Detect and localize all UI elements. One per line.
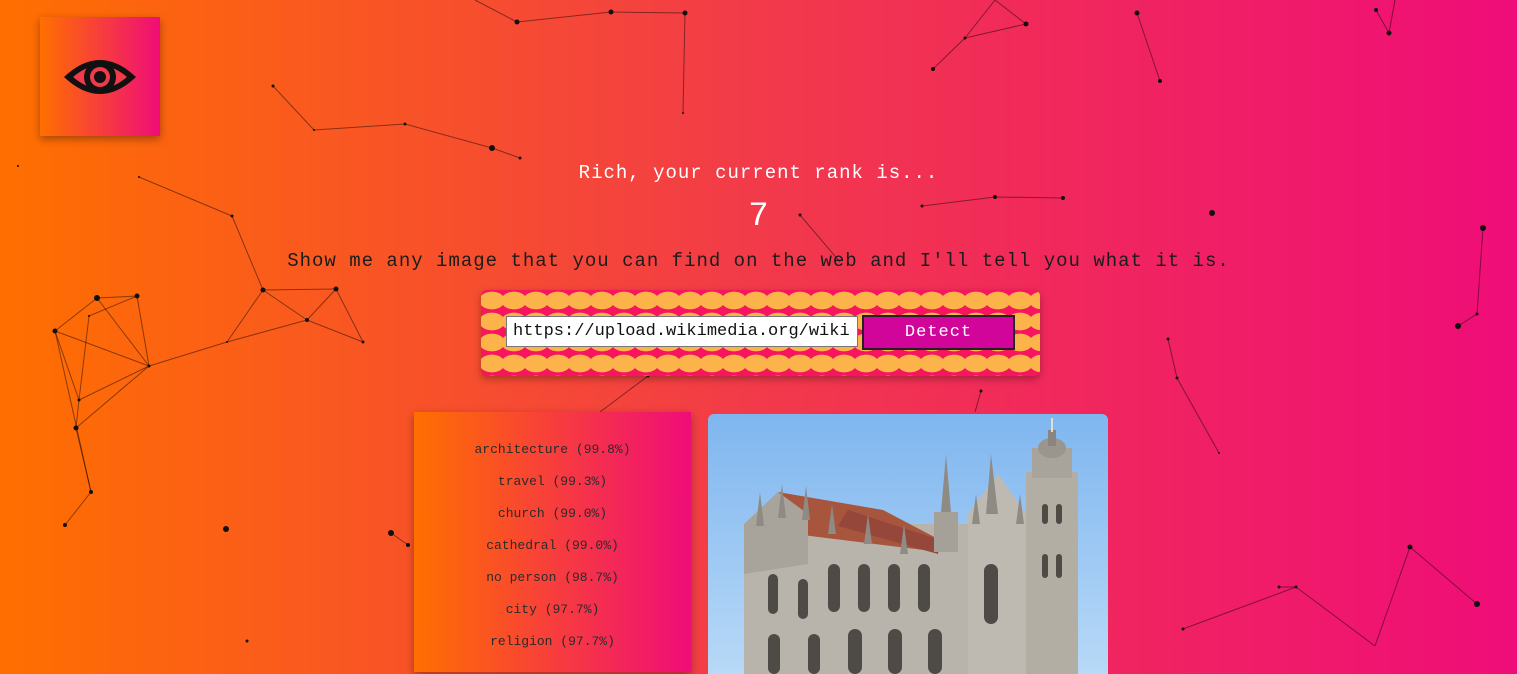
tag-item: city (97.7%) <box>505 602 600 617</box>
image-url-input[interactable] <box>506 316 858 347</box>
url-form-panel: Detect <box>481 290 1040 376</box>
rank-message: Rich, your current rank is... <box>578 162 939 184</box>
results-panel: architecture (99.8%) travel (99.3%) chur… <box>414 412 691 672</box>
detect-button[interactable]: Detect <box>862 315 1015 350</box>
logo-tile[interactable] <box>40 17 160 136</box>
tag-item: cathedral (99.0%) <box>486 538 619 553</box>
tag-item: religion (97.7%) <box>490 634 615 649</box>
tag-item: architecture (99.8%) <box>474 442 631 457</box>
tag-item: travel (99.3%) <box>497 474 608 489</box>
cathedral-photo <box>708 414 1108 674</box>
eye-icon <box>64 59 136 94</box>
cathedral-illustration <box>708 414 1108 674</box>
tag-list: architecture (99.8%) travel (99.3%) chur… <box>414 442 691 666</box>
instructions-text: Show me any image that you can find on t… <box>287 250 1230 272</box>
tag-item: church (99.0%) <box>497 506 608 521</box>
rank-value: 7 <box>748 198 769 236</box>
tag-item: no person (98.7%) <box>486 570 619 585</box>
